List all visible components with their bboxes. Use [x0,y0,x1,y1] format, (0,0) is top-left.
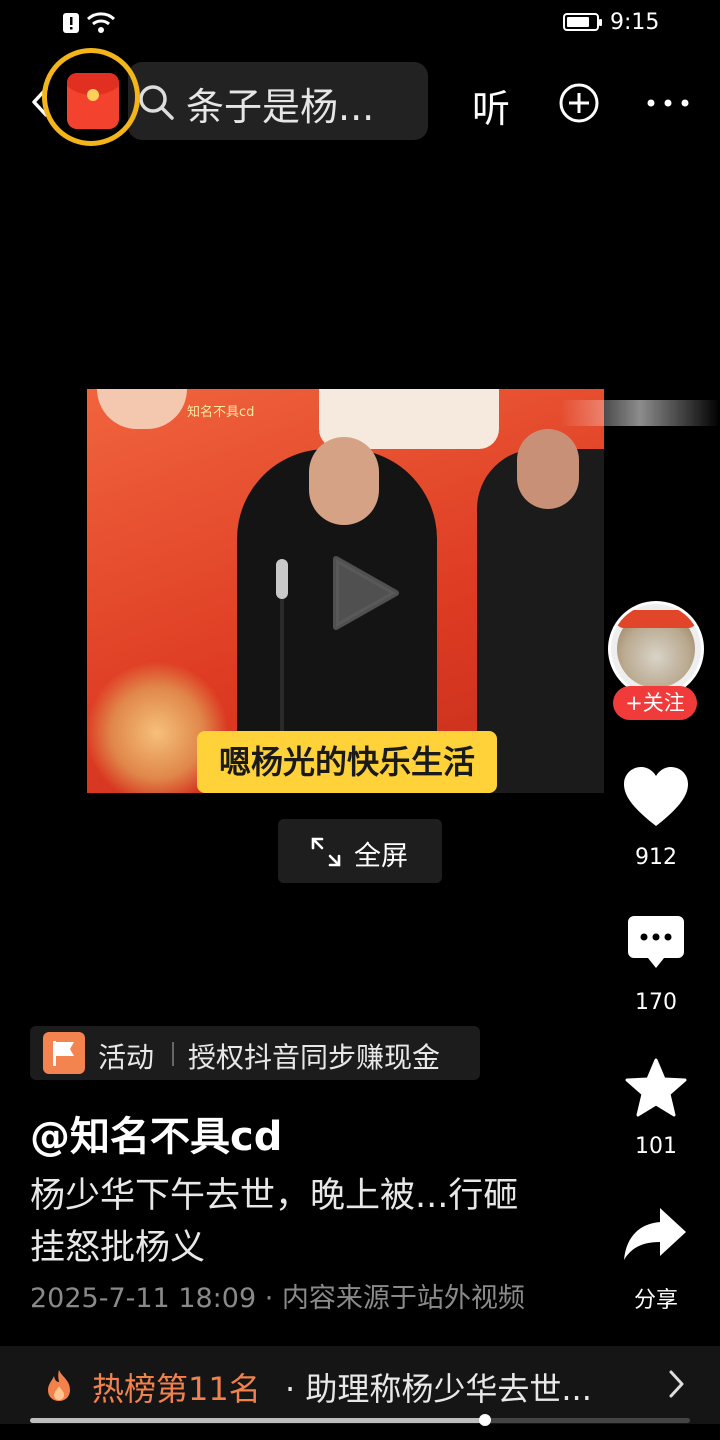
favorite-count: 101 [635,1134,677,1159]
heart-icon[interactable] [622,766,690,828]
video-watermark: 知名不具cd [187,405,255,420]
red-envelope-icon[interactable] [67,73,119,129]
expand-icon [311,837,341,867]
playback-progress-fill [30,1418,486,1423]
share-label: 分享 [633,1288,678,1313]
chevron-right-icon[interactable] [664,1366,688,1402]
activity-label: 活动 [98,1041,155,1074]
wifi-icon [86,12,116,33]
post-meta: 2025-7-11 18:09 · 内容来源于站外视频 [30,1283,525,1314]
flag-icon [43,1032,85,1074]
video-performer-left-face [309,437,379,525]
like-count: 912 [635,845,677,870]
follow-button[interactable]: +关注 [613,686,697,720]
post-description[interactable]: 杨少华下午去世，晚上被...行砸挂怒批杨义 [30,1170,550,1274]
search-icon [139,85,174,120]
author-avatar[interactable] [608,601,704,697]
alert-icon [63,13,79,33]
hot-headline: · 助理称杨少华去世... [285,1370,592,1408]
activity-divider [172,1042,174,1066]
author-name[interactable]: @知名不具cd [30,1104,282,1162]
playback-progress-handle[interactable] [479,1414,492,1426]
fullscreen-label: 全屏 [354,841,408,872]
blurred-strip [560,400,720,426]
avatar-badge [615,610,697,628]
play-icon[interactable] [330,555,400,631]
battery-level [567,17,590,27]
star-icon[interactable] [624,1058,688,1118]
fire-icon [48,1370,70,1401]
playback-progress[interactable] [30,1414,690,1426]
video-performer-right-face [517,429,579,509]
add-icon[interactable] [558,82,600,124]
more-icon[interactable] [646,98,690,108]
listen-button[interactable]: 听 [472,78,510,133]
activity-text: 授权抖音同步赚现金 [188,1041,441,1074]
comment-count: 170 [635,990,677,1015]
status-time: 9:15 [610,10,660,35]
hot-rank: 热榜第11名 [92,1370,261,1408]
share-icon[interactable] [622,1206,688,1262]
status-bar: 9:15 [0,0,720,46]
battery-icon [563,13,602,31]
video-caption: 嗯杨光的快乐生活 [197,731,497,793]
search-query[interactable]: 条子是杨... [186,76,374,131]
comment-icon[interactable] [626,914,686,972]
